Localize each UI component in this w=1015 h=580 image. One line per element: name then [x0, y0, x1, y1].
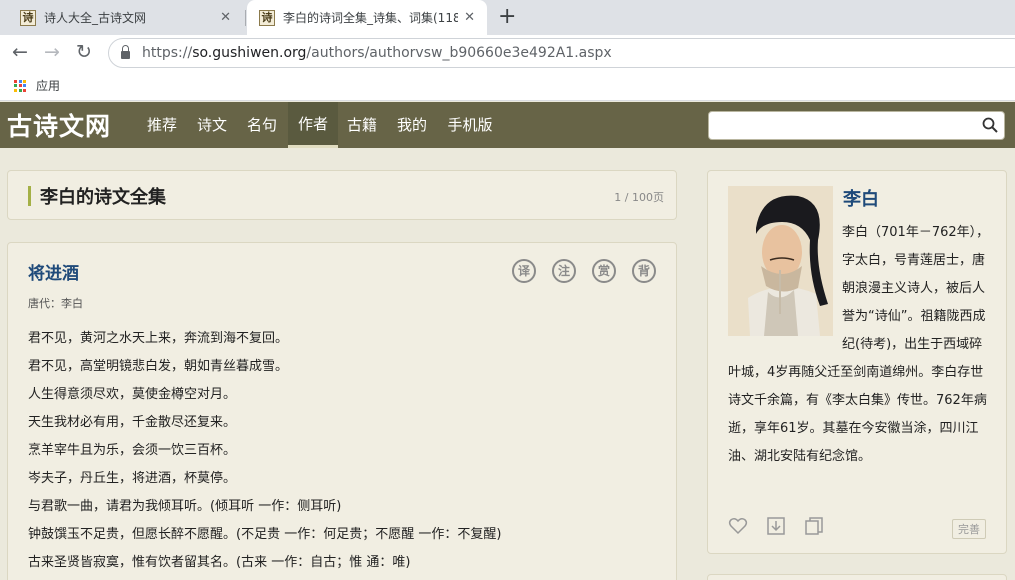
poem-body: 君不见，黄河之水天上来，奔流到海不复回。 君不见，高堂明镜悲白发，朝如青丝暮成雪… — [28, 328, 501, 580]
accent-bar — [28, 186, 31, 206]
recite-button[interactable]: 背 — [632, 259, 656, 283]
new-tab-button[interactable]: + — [498, 4, 516, 30]
poem-card: 将进酒 译 注 赏 背 唐代：李白 君不见，黄河之水天上来，奔流到海不复回。 君… — [7, 242, 677, 580]
browser-tab-active[interactable]: 诗 李白的诗词全集_诗集、词集(118 ✕ — [247, 0, 487, 35]
poem-line: 君不见，高堂明镜悲白发，朝如青丝暮成雪。 — [28, 359, 289, 374]
author-card: 李白 李白（701年－762年），字太白，号青莲居士，唐朝浪漫主义诗人，被后人誉… — [707, 170, 1007, 554]
lock-icon — [121, 45, 130, 59]
poem-tools: 译 注 赏 背 — [512, 259, 672, 283]
poem-line: 君不见，黄河之水天上来，奔流到海不复回。 — [28, 331, 289, 346]
copy-icon[interactable] — [804, 516, 824, 536]
forward-arrow-icon[interactable]: → — [44, 39, 60, 65]
nav-item-classics[interactable]: 古籍 — [340, 102, 384, 148]
address-bar[interactable]: https://so.gushiwen.org/authors/authorvs… — [108, 38, 1015, 68]
improve-button[interactable]: 完善 — [952, 519, 986, 539]
poem-line: 岑夫子，丹丘生，将进酒，杯莫停。 — [28, 471, 237, 486]
poem-line: 天生我材必有用，千金散尽还复来。 — [28, 415, 237, 430]
nav-item-mine[interactable]: 我的 — [390, 102, 434, 148]
site-favicon-icon: 诗 — [259, 9, 275, 26]
author-bio: 李白（701年－762年），字太白，号青莲居士，唐朝浪漫主义诗人，被后人誉为“诗… — [728, 225, 990, 464]
browser-tab-strip: 诗 诗人大全_古诗文网 ✕ 诗 李白的诗词全集_诗集、词集(118 ✕ + — [0, 0, 1015, 35]
site-search-input[interactable] — [708, 111, 1005, 140]
download-icon[interactable] — [766, 516, 786, 536]
poem-line: 烹羊宰牛且为乐，会须一饮三百杯。 — [28, 443, 237, 458]
tab-close-icon[interactable]: ✕ — [464, 10, 475, 25]
pagination-text: 1 / 100页 — [614, 191, 664, 204]
site-logo[interactable]: 古诗文网 — [7, 107, 111, 143]
url-text: https://so.gushiwen.org/authors/authorvs… — [142, 45, 612, 61]
tab-title: 诗人大全_古诗文网 — [44, 11, 147, 25]
next-card — [707, 574, 1007, 580]
author-name-link[interactable]: 李白 — [843, 185, 879, 211]
apps-bookmark-label[interactable]: 应用 — [36, 77, 60, 94]
poem-author[interactable]: 唐代：李白 — [28, 295, 83, 311]
browser-toolbar: ← → ↻ https://so.gushiwen.org/authors/au… — [0, 35, 1015, 71]
apps-grid-icon[interactable] — [14, 79, 26, 92]
poem-line: 钟鼓馔玉不足贵，但愿长醉不愿醒。(不足贵 一作：何足贵；不愿醒 一作：不复醒) — [28, 527, 502, 542]
page-title: 李白的诗文全集 — [40, 187, 166, 208]
heart-icon[interactable] — [728, 516, 748, 536]
poem-line: 与君歌一曲，请君为我倾耳听。(倾耳听 一作：侧耳听) — [28, 499, 342, 514]
site-favicon-icon: 诗 — [20, 9, 36, 26]
nav-item-poems[interactable]: 诗文 — [190, 102, 234, 148]
nav-item-mobile[interactable]: 手机版 — [440, 102, 500, 148]
annotate-button[interactable]: 注 — [552, 259, 576, 283]
browser-tab[interactable]: 诗 诗人大全_古诗文网 ✕ — [0, 0, 243, 35]
search-icon[interactable] — [982, 117, 998, 133]
nav-item-recommend[interactable]: 推荐 — [140, 102, 184, 148]
poem-line: 人生得意须尽欢，莫使金樽空对月。 — [28, 387, 237, 402]
tab-title: 李白的诗词全集_诗集、词集(118 — [283, 11, 458, 25]
bookmarks-bar: 应用 — [0, 71, 1015, 101]
poem-title-link[interactable]: 将进酒 — [28, 259, 79, 284]
appreciate-button[interactable]: 赏 — [592, 259, 616, 283]
author-actions — [728, 516, 842, 536]
nav-item-quotes[interactable]: 名句 — [240, 102, 284, 148]
site-header: 古诗文网 推荐 诗文 名句 作者 古籍 我的 手机版 — [0, 102, 1015, 148]
tab-separator — [245, 10, 246, 26]
translate-button[interactable]: 译 — [512, 259, 536, 283]
tab-close-icon[interactable]: ✕ — [220, 10, 231, 25]
reload-icon[interactable]: ↻ — [76, 39, 92, 65]
nav-item-authors[interactable]: 作者 — [288, 102, 338, 148]
back-arrow-icon[interactable]: ← — [12, 39, 28, 65]
page-title-card: 李白的诗文全集 1 / 100页 — [7, 170, 677, 220]
poem-line: 古来圣贤皆寂寞，惟有饮者留其名。(古来 一作：自古；惟 通：唯) — [28, 555, 411, 570]
